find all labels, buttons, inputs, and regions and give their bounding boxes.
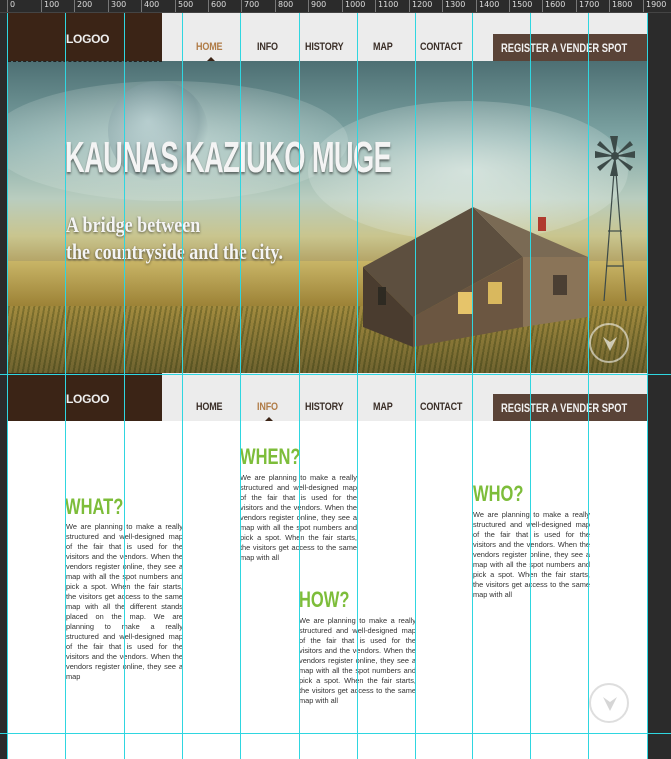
site-header-secondary: LOGOO HOME INFO HISTORY MAP CONTACT REGI… [8,373,648,421]
logo-text: LOGOO [66,392,110,406]
farmhouse-illustration [363,207,588,347]
ruler-tick: 1800 [609,0,632,12]
ruler-tick: 1300 [442,0,465,12]
layout-guide [65,13,66,759]
site-header: LOGOO HOME INFO HISTORY MAP CONTACT REGI… [8,13,648,61]
ruler-tick: 600 [208,0,226,12]
hero-subtitle-line-2: the countryside and the city. [66,239,283,264]
layout-guide [299,13,300,759]
logo-block[interactable]: LOGOO [8,13,162,61]
ruler-tick: 300 [108,0,126,12]
nav-contact[interactable]: CONTACT [420,401,462,413]
who-heading: WHO? [473,481,524,506]
register-vendor-button[interactable]: REGISTER A VENDER SPOT [493,34,648,61]
arrow-down-icon [603,337,617,351]
canvas-right-margin [648,13,671,759]
nav-home[interactable]: HOME [196,401,223,413]
ruler-tick: 1100 [375,0,398,12]
logo-text: LOGOO [66,32,110,46]
nav-home[interactable]: HOME [196,41,223,53]
ruler-tick: 1000 [342,0,365,12]
register-vendor-button[interactable]: REGISTER A VENDER SPOT [493,394,648,421]
ruler-tick: 1900 [643,0,666,12]
nav-history[interactable]: HISTORY [305,41,344,53]
layout-guide [124,13,125,759]
ruler-tick: 500 [175,0,193,12]
ruler-tick: 400 [141,0,159,12]
who-text: We are planning to make a really structu… [473,510,590,599]
ruler-tick: 700 [241,0,259,12]
ruler-tick: 200 [74,0,92,12]
ruler-tick: 1600 [542,0,565,12]
hero-subtitle: A bridge between the countryside and the… [66,211,283,265]
logo-block[interactable]: LOGOO [8,373,162,421]
layout-guide [530,13,531,759]
selection-edge [8,61,162,62]
ruler-tick: 1500 [509,0,532,12]
layout-guide [182,13,183,759]
arrow-down-icon [603,697,617,711]
nav-map[interactable]: MAP [373,401,393,413]
hero-title: KAUNAS KAZIUKO MUGE [65,133,392,182]
how-heading: HOW? [299,587,350,612]
layout-guide [357,13,358,759]
layout-guide [415,13,416,759]
ruler-tick: 800 [275,0,293,12]
design-canvas: 0 100 200 300 400 500 600 700 800 900 10… [0,0,671,759]
layout-guide [0,374,671,375]
layout-guide [7,13,8,759]
layout-guide [240,13,241,759]
layout-guide [647,13,648,759]
nav-contact[interactable]: CONTACT [420,41,462,53]
ruler-tick: 900 [308,0,326,12]
ruler-tick: 100 [41,0,59,12]
horizontal-ruler: 0 100 200 300 400 500 600 700 800 900 10… [0,0,671,13]
scroll-down-button[interactable] [589,683,629,723]
scroll-down-button[interactable] [589,323,629,363]
layout-guide [0,733,671,734]
ruler-tick: 1400 [476,0,499,12]
ruler-tick: 1200 [409,0,432,12]
when-heading: WHEN? [240,444,301,469]
hero-banner: KAUNAS KAZIUKO MUGE A bridge between the… [8,61,648,374]
ruler-tick: 0 [7,0,15,12]
ruler-tick: 1700 [576,0,599,12]
nav-map[interactable]: MAP [373,41,393,53]
layout-guide [588,13,589,759]
nav-info[interactable]: INFO [257,401,278,413]
hero-subtitle-line-1: A bridge between [66,212,201,237]
what-heading: WHAT? [65,494,124,519]
nav-history[interactable]: HISTORY [305,401,344,413]
info-section: WHAT? We are planning to make a really s… [8,421,648,759]
nav-info[interactable]: INFO [257,41,278,53]
layout-guide [472,13,473,759]
